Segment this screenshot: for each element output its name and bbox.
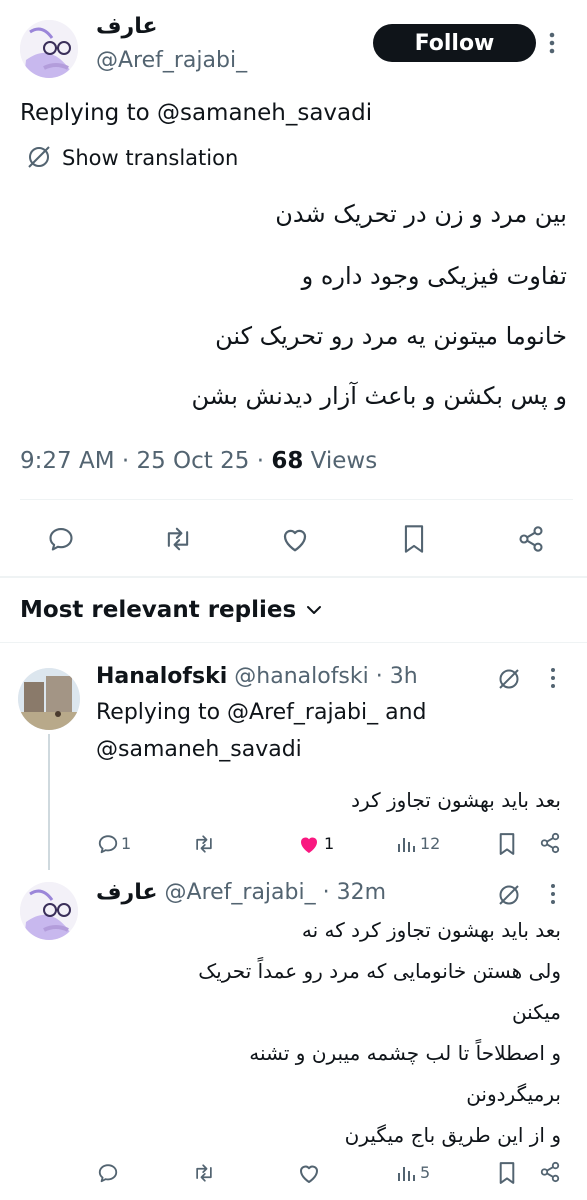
more-options-icon[interactable] bbox=[545, 883, 561, 905]
tweet-text-line: تفاوت فیزیکی وجود داره و bbox=[301, 262, 567, 290]
like-icon-filled[interactable] bbox=[297, 833, 321, 855]
reply-handle-time[interactable]: @Aref_rajabi_ · 32m bbox=[165, 880, 387, 905]
reply-display-name[interactable]: عارف bbox=[96, 880, 158, 905]
reply-icon[interactable] bbox=[97, 1162, 119, 1184]
tweet-timestamp[interactable]: 9:27 AM · 25 Oct 25 · bbox=[20, 448, 271, 474]
reply-display-name[interactable]: Hanalofski bbox=[96, 664, 227, 689]
thread-line bbox=[48, 734, 50, 870]
views-count: 12 bbox=[420, 834, 441, 853]
retweet-icon[interactable] bbox=[192, 833, 216, 855]
tweet-meta: 9:27 AM · 25 Oct 25 · 68 Views bbox=[20, 448, 377, 474]
views-icon[interactable] bbox=[396, 1163, 416, 1183]
more-options-icon[interactable] bbox=[545, 667, 561, 689]
section-divider bbox=[0, 576, 587, 578]
reply-replying-to[interactable]: @samaneh_savadi bbox=[96, 737, 302, 762]
chevron-down-icon bbox=[306, 604, 322, 616]
divider bbox=[0, 642, 587, 643]
views-count: 68 bbox=[271, 448, 304, 474]
replying-to[interactable]: Replying to @samaneh_savadi bbox=[20, 100, 372, 126]
bookmark-icon[interactable] bbox=[402, 524, 426, 554]
reply-avatar[interactable] bbox=[18, 668, 80, 730]
reply-text-line: ولی هستن خانومایی که مرد رو عمداً تحریک bbox=[198, 959, 561, 983]
views-count: 5 bbox=[420, 1163, 431, 1182]
reply-icon[interactable] bbox=[97, 833, 119, 855]
reply-text-line: بعد باید بهشون تجاوز کرد که نه bbox=[301, 918, 561, 942]
divider bbox=[20, 499, 573, 500]
retweet-icon[interactable] bbox=[192, 1162, 216, 1184]
retweet-icon[interactable] bbox=[162, 525, 194, 553]
views-icon[interactable] bbox=[396, 834, 416, 854]
follow-button[interactable]: Follow bbox=[373, 24, 536, 62]
reply-icon[interactable] bbox=[47, 525, 75, 553]
tweet-text-line: خانوما میتونن یه مرد رو تحریک کنن bbox=[215, 322, 567, 350]
author-avatar[interactable] bbox=[20, 20, 78, 78]
translate-icon[interactable] bbox=[496, 882, 522, 908]
share-icon[interactable] bbox=[517, 525, 545, 553]
like-count: 1 bbox=[324, 834, 335, 853]
tweet-text-line: و پس بکشن و باعث آزار دیدنش بشن bbox=[191, 382, 567, 410]
reply-handle-time[interactable]: @hanalofski · 3h bbox=[234, 664, 417, 689]
reply-replying-to[interactable]: Replying to @Aref_rajabi_ and bbox=[96, 700, 427, 725]
tweet-text-line: بین مرد و زن در تحریک شدن bbox=[275, 200, 567, 228]
replies-header-label: Most relevant replies bbox=[20, 597, 297, 623]
share-icon[interactable] bbox=[539, 1161, 561, 1183]
replies-sort-selector[interactable]: Most relevant replies bbox=[20, 597, 322, 623]
reply-text: بعد باید بهشون تجاوز کرد bbox=[351, 788, 561, 812]
views-label: Views bbox=[303, 448, 378, 474]
like-icon[interactable] bbox=[297, 1162, 321, 1184]
like-icon[interactable] bbox=[280, 525, 310, 553]
bookmark-icon[interactable] bbox=[498, 832, 516, 856]
translate-icon[interactable] bbox=[26, 144, 52, 170]
show-translation-link[interactable]: Show translation bbox=[62, 146, 238, 170]
reply-avatar[interactable] bbox=[20, 882, 78, 940]
author-display-name[interactable]: عارف bbox=[96, 14, 158, 39]
bookmark-icon[interactable] bbox=[498, 1161, 516, 1185]
author-handle[interactable]: @Aref_rajabi_ bbox=[96, 48, 247, 73]
reply-text-line: میکنن bbox=[511, 1000, 561, 1024]
reply-text-line: و اصطلاحاً تا لب چشمه میبرن و تشنه bbox=[249, 1041, 561, 1065]
translate-icon[interactable] bbox=[496, 666, 522, 692]
reply-text-line: و از این طریق باج میگیرن bbox=[344, 1123, 561, 1147]
reply-count: 1 bbox=[121, 834, 132, 853]
reply-header: Hanalofski @hanalofski · 3h bbox=[96, 664, 418, 689]
reply-header: عارف @Aref_rajabi_ · 32m bbox=[96, 880, 386, 905]
more-options-icon[interactable] bbox=[542, 32, 562, 54]
share-icon[interactable] bbox=[539, 832, 561, 854]
reply-text-line: برمیگردونن bbox=[466, 1082, 561, 1106]
